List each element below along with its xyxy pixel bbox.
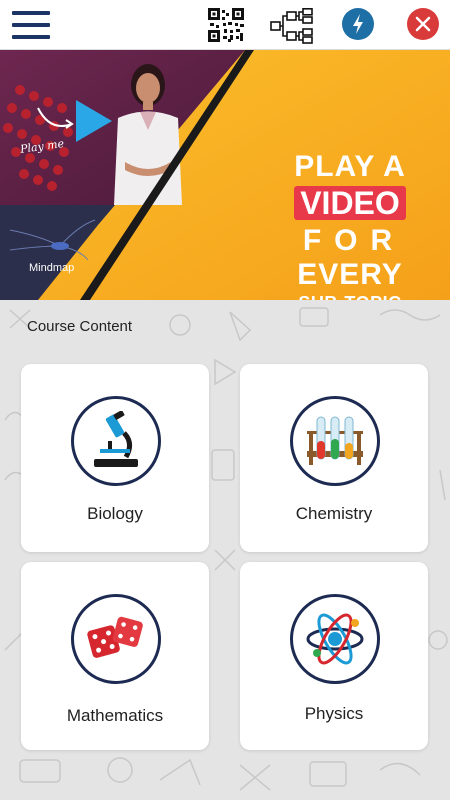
subject-card-chemistry[interactable]: Chemistry [240, 364, 428, 552]
subject-name: Mathematics [66, 706, 164, 725]
hamburger-menu-icon[interactable] [12, 11, 50, 39]
qr-code-icon[interactable] [208, 8, 244, 42]
promo-line-2: VIDEO [294, 186, 406, 220]
promo-line-3: FOR [302, 224, 406, 257]
test-tubes-icon [290, 396, 380, 486]
dice-icon [71, 594, 161, 684]
promo-line-4: EVERY [297, 258, 403, 291]
close-icon[interactable] [407, 8, 439, 40]
promo-line-5: SUB-TOPIC [260, 292, 440, 300]
promo-text: PLAY A VIDEO FOR EVERY SUB-TOPIC [260, 150, 440, 300]
lightning-bolt-icon[interactable] [342, 8, 374, 40]
subject-name: Chemistry [295, 504, 373, 523]
subject-name: Biology [87, 504, 143, 523]
atom-icon [290, 594, 380, 684]
subject-card-physics[interactable]: Physics [240, 562, 428, 750]
promo-line-1: PLAY A [294, 150, 406, 183]
subject-card-mathematics[interactable]: Mathematics [21, 562, 209, 750]
mindmap-label: Mindmap [29, 262, 75, 274]
course-content-section: Course Content Biology Chemistry Mathema… [0, 300, 450, 800]
section-title: Course Content [27, 318, 133, 335]
subject-name: Physics [304, 704, 364, 723]
subject-card-biology[interactable]: Biology [21, 364, 209, 552]
top-bar [0, 0, 450, 50]
tree-diagram-icon[interactable] [270, 8, 314, 44]
microscope-icon [71, 396, 161, 486]
